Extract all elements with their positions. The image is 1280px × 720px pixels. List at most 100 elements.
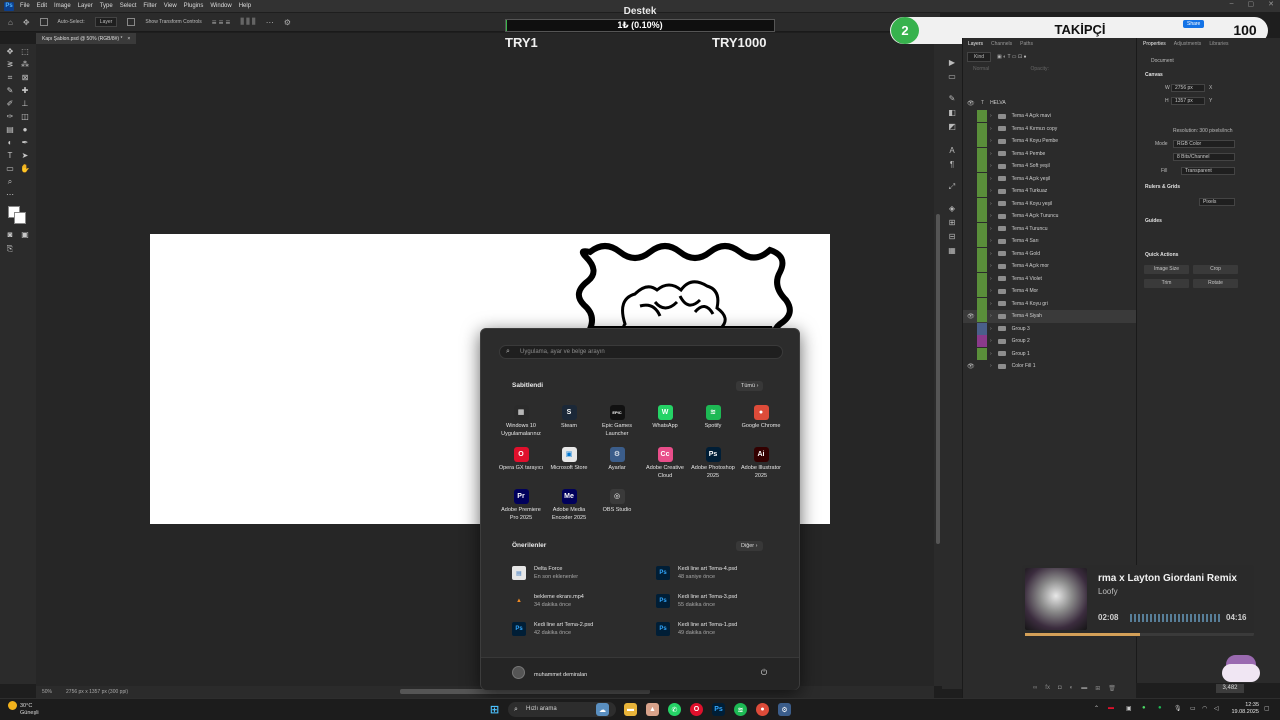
eraser-icon[interactable]: ◫: [20, 112, 30, 122]
layer-row[interactable]: › Tema 4 Koyu yeşil: [963, 197, 1137, 211]
expand-chevron-icon[interactable]: ›: [990, 338, 992, 344]
recommended-item[interactable]: Ps Kedi line art Tema-2.psd 42 dakika önce: [512, 620, 652, 642]
weather-widget[interactable]: 30°C Güneşli: [8, 701, 39, 717]
layer-row[interactable]: › Tema 4 Kırmızı copy: [963, 122, 1137, 136]
tray-app-icon[interactable]: ▬: [1108, 705, 1114, 711]
maximize-icon[interactable]: ▢: [1248, 0, 1255, 8]
expand-chevron-icon[interactable]: ›: [990, 138, 992, 144]
tab-adjustments[interactable]: Adjustments: [1174, 41, 1202, 47]
recommended-item[interactable]: Ps Kedi line art Tema-4.psd 48 saniye önce: [656, 564, 796, 586]
pinned-app[interactable]: ≋ Spotify: [689, 405, 737, 431]
expand-chevron-icon[interactable]: ›: [990, 151, 992, 157]
tray-spotify-icon[interactable]: ●: [1158, 705, 1162, 711]
layer-row[interactable]: › Tema 4 Soft yeşil: [963, 160, 1137, 173]
expand-chevron-icon[interactable]: ›: [990, 188, 992, 194]
new-layer-icon[interactable]: ⊞: [1095, 685, 1100, 692]
layer-row[interactable]: › Tema 4 Gold: [963, 247, 1137, 261]
file-explorer-icon[interactable]: ▬: [624, 703, 637, 716]
home-icon[interactable]: ⌂: [8, 18, 13, 27]
expand-chevron-icon[interactable]: ›: [990, 213, 992, 219]
all-apps-button[interactable]: Tümü ›: [736, 381, 764, 391]
distribute-icons[interactable]: ⫼ ⫼ ⫼: [240, 17, 256, 27]
adjustment-layer-icon[interactable]: ◐: [1070, 685, 1074, 692]
show-transform-checkbox[interactable]: [127, 18, 136, 26]
tab-paths[interactable]: Paths: [1020, 41, 1033, 47]
recommended-item[interactable]: Ps Kedi line art Tema-3.psd 55 dakika önce: [656, 592, 796, 614]
menu-edit[interactable]: Edit: [37, 3, 47, 9]
visibility-eye-icon[interactable]: 👁: [967, 100, 975, 107]
fill-select[interactable]: Transparent: [1181, 167, 1235, 175]
pinned-app[interactable]: Ps Adobe Photoshop 2025: [689, 447, 737, 480]
layer-row[interactable]: › Group 2: [963, 335, 1137, 348]
filter-icons[interactable]: ▣ ◐ T ▭ ⊡ ●: [997, 54, 1027, 60]
paths-icon[interactable]: ⊟: [947, 232, 957, 242]
zoom-level[interactable]: 50%: [42, 689, 52, 695]
styles-icon[interactable]: ◩: [947, 122, 957, 132]
pinned-app[interactable]: ⚙ Ayarlar: [593, 447, 641, 473]
more-tools-icon[interactable]: ⋯: [5, 190, 15, 200]
background-color-swatch[interactable]: [14, 212, 26, 224]
expand-chevron-icon[interactable]: ›: [990, 313, 992, 319]
link-icon[interactable]: ∞: [1033, 685, 1037, 692]
layer-row[interactable]: › Tema 4 Koyu gri: [963, 297, 1137, 311]
visibility-eye-icon[interactable]: 👁: [967, 363, 975, 370]
widget-icon[interactable]: ☁: [596, 703, 609, 716]
mode-select[interactable]: RGB Color: [1173, 140, 1235, 148]
healing-icon[interactable]: ✚: [20, 86, 30, 96]
layer-kind-filter[interactable]: Kind: [967, 51, 992, 62]
stamp-icon[interactable]: ⊥: [20, 99, 30, 109]
delete-icon[interactable]: 🗑: [1108, 685, 1116, 692]
move-icon[interactable]: ✥: [5, 47, 15, 57]
menu-help[interactable]: Help: [239, 3, 251, 9]
expand-chevron-icon[interactable]: ›: [990, 251, 992, 257]
expand-chevron-icon[interactable]: ›: [990, 163, 992, 169]
user-name[interactable]: muhammet demiralan: [534, 672, 587, 678]
rectangle-icon[interactable]: ▭: [5, 164, 15, 174]
layer-row[interactable]: 👁 › Color Fill 1: [963, 360, 1137, 373]
gradient-icon[interactable]: ▤: [5, 125, 15, 135]
type-icon[interactable]: T: [5, 151, 15, 161]
recommended-item[interactable]: ▲ bekleme ekranı.mp4 34 dakika önce: [512, 592, 652, 614]
text-layer-row[interactable]: 👁 T HELVA: [963, 97, 1137, 110]
expand-chevron-icon[interactable]: ›: [990, 113, 992, 119]
volume-icon[interactable]: ◁: [1214, 705, 1219, 712]
network-icon[interactable]: ▭: [1190, 705, 1196, 712]
rotate-button[interactable]: Rotate: [1193, 279, 1238, 288]
tab-properties[interactable]: Properties: [1143, 41, 1166, 47]
bit-depth-select[interactable]: 8 Bits/Channel: [1173, 153, 1235, 161]
expand-chevron-icon[interactable]: ›: [990, 288, 992, 294]
expand-chevron-icon[interactable]: ›: [990, 238, 992, 244]
height-field[interactable]: 1357 px: [1171, 97, 1205, 105]
pinned-app[interactable]: O Opera GX tarayıcı: [497, 447, 545, 473]
expand-chevron-icon[interactable]: ›: [990, 226, 992, 232]
expand-chevron-icon[interactable]: ›: [990, 301, 992, 307]
blend-mode-select[interactable]: Normal: [973, 66, 989, 72]
layer-row[interactable]: › Tema 4 Koyu Pembe: [963, 135, 1137, 148]
swatches-icon[interactable]: ▦: [947, 246, 957, 256]
recommended-item[interactable]: ▤ Delta Force En son eklenenler: [512, 564, 652, 586]
brush-icon[interactable]: ✐: [5, 99, 15, 109]
windows-start-icon[interactable]: ⊞: [488, 703, 501, 716]
pinned-app[interactable]: Pr Adobe Premiere Pro 2025: [497, 489, 545, 522]
menu-window[interactable]: Window: [210, 3, 231, 9]
vertical-scrollbar[interactable]: [934, 44, 942, 686]
whatsapp-icon[interactable]: ✆: [668, 703, 681, 716]
navigator-icon[interactable]: ⤢: [947, 182, 957, 192]
scrollbar-thumb[interactable]: [936, 214, 940, 544]
dodge-icon[interactable]: ◐: [5, 138, 15, 148]
visibility-eye-icon[interactable]: 👁: [967, 313, 975, 320]
brush-settings-icon[interactable]: ✎: [947, 94, 957, 104]
start-search-input[interactable]: ⌕ Uygulama, ayar ve belge arayın: [499, 345, 783, 359]
user-avatar[interactable]: [512, 666, 525, 679]
pen-icon[interactable]: ✒: [20, 138, 30, 148]
more-recommended-button[interactable]: Diğer ›: [736, 541, 763, 551]
auto-select-checkbox[interactable]: [39, 18, 48, 26]
layer-row[interactable]: › Tema 4 Açık Turuncu: [963, 210, 1137, 223]
recommended-item[interactable]: Ps Kedi line art Tema-1.psd 49 dakika önce: [656, 620, 796, 642]
trim-button[interactable]: Trim: [1144, 279, 1189, 288]
layer-row[interactable]: › Tema 4 Mor: [963, 285, 1137, 298]
artboard-icon[interactable]: ⬚: [20, 47, 30, 57]
layer-row[interactable]: › Tema 4 Pembe: [963, 147, 1137, 161]
menu-select[interactable]: Select: [120, 3, 137, 9]
layer-row[interactable]: › Tema 4 Açık mavi: [963, 110, 1137, 123]
